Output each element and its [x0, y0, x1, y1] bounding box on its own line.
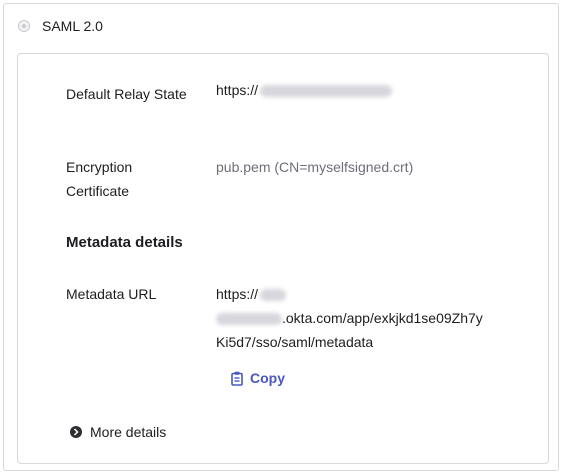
metadata-url-line3: Ki5d7/sso/saml/metadata: [216, 334, 374, 350]
copy-button[interactable]: Copy: [230, 370, 285, 386]
metadata-url-domain: .okta.com/app/exkjkd1se09Zh7y: [282, 310, 483, 326]
redacted-relay-url: [260, 85, 393, 98]
more-details-label: More details: [90, 424, 167, 440]
chevron-right-circle-icon: [70, 426, 82, 438]
saml-radio-label: SAML 2.0: [42, 18, 103, 34]
metadata-details-heading: Metadata details: [66, 234, 183, 251]
relay-state-prefix: https://: [216, 82, 259, 98]
saml-option-card: SAML 2.0 Default Relay State https:// En…: [3, 3, 559, 471]
saml-radio-button[interactable]: [18, 20, 30, 32]
more-details-toggle[interactable]: More details: [70, 424, 166, 440]
redacted-subdomain-2: [216, 313, 282, 326]
clipboard-icon: [231, 371, 243, 386]
metadata-url-label: Metadata URL: [66, 286, 157, 302]
metadata-url-line1: https://: [216, 282, 536, 306]
metadata-url-prefix: https://: [216, 286, 259, 302]
saml-details-panel: Default Relay State https:// Encryption …: [17, 53, 549, 464]
metadata-url-line2: .okta.com/app/exkjkd1se09Zh7y: [216, 306, 536, 330]
metadata-url-value[interactable]: https:// .okta.com/app/exkjkd1se09Zh7y K…: [216, 282, 536, 354]
encryption-certificate-label-line2: Certificate: [66, 183, 130, 199]
encryption-certificate-label: Encryption Certificate: [66, 155, 132, 203]
relay-state-label: Default Relay State: [66, 86, 187, 102]
copy-button-label: Copy: [250, 370, 285, 386]
redacted-subdomain-1: [260, 289, 287, 302]
relay-state-value: https://: [216, 78, 393, 102]
encryption-certificate-label-line1: Encryption: [66, 159, 133, 175]
saml-radio-row[interactable]: SAML 2.0: [18, 18, 103, 34]
encryption-certificate-value: pub.pem (CN=myselfsigned.crt): [216, 159, 414, 175]
